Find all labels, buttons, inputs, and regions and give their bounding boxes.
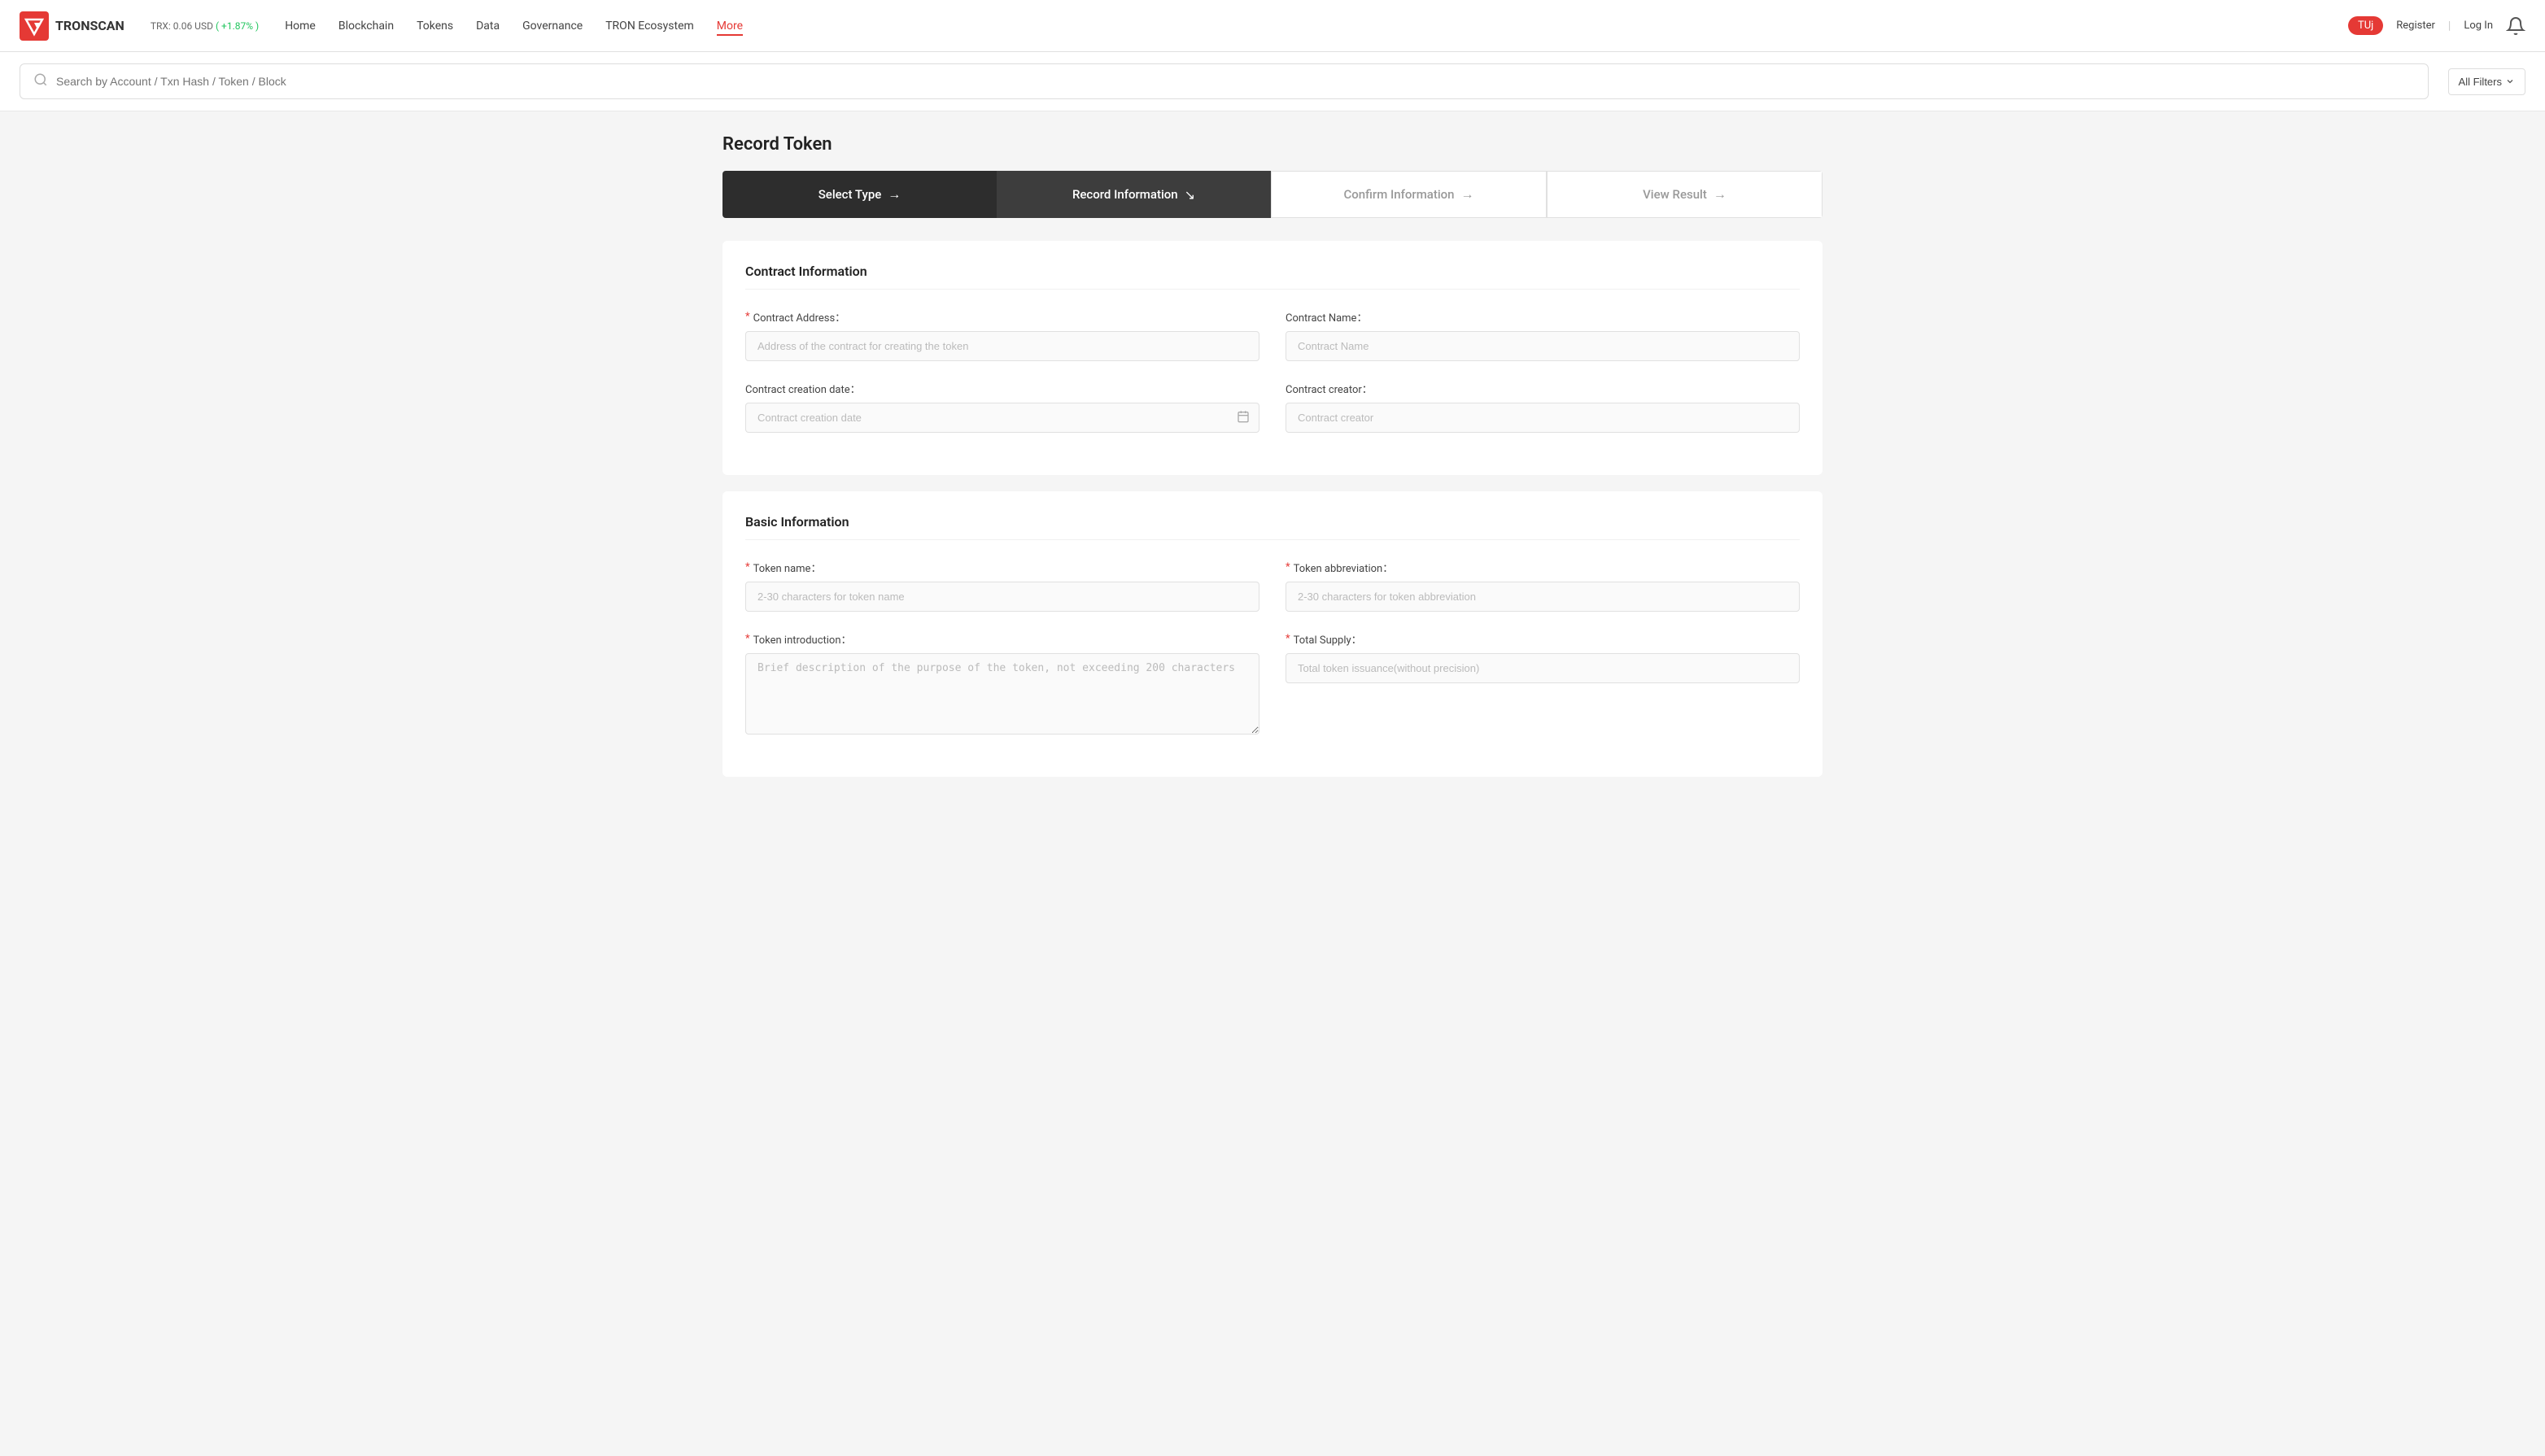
nav-more[interactable]: More — [717, 16, 743, 36]
step-record-information[interactable]: Record Information ↘ — [997, 171, 1271, 218]
stepper: Select Type → Record Information ↘ Confi… — [722, 171, 1823, 218]
user-badge[interactable]: TUj — [2348, 16, 2383, 35]
token-introduction-required: * — [745, 633, 750, 645]
search-bar-wrap: All Filters — [0, 52, 2545, 111]
contract-creation-date-wrap — [745, 403, 1259, 433]
contract-row-2: Contract creation date： — [745, 381, 1800, 433]
token-abbreviation-group: * Token abbreviation： — [1286, 560, 1800, 612]
step-view-result[interactable]: View Result → — [1547, 171, 1823, 218]
search-input[interactable] — [56, 75, 2415, 88]
main-content: Record Token Select Type → Record Inform… — [703, 111, 1842, 816]
chevron-down-icon — [2505, 76, 2515, 86]
step-3-label: Confirm Information — [1343, 187, 1454, 202]
trx-price-block: TRX: 0.06 USD ( +1.87% ) — [151, 20, 259, 32]
search-icon — [33, 72, 48, 90]
page-title: Record Token — [722, 134, 1823, 155]
contract-creation-date-group: Contract creation date： — [745, 381, 1259, 433]
token-introduction-input[interactable] — [745, 653, 1259, 735]
header: TRONSCAN TRX: 0.06 USD ( +1.87% ) Home B… — [0, 0, 2545, 52]
basic-information-section: Basic Information * Token name： * Token … — [722, 491, 1823, 777]
token-abbreviation-input[interactable] — [1286, 582, 1800, 612]
basic-row-1: * Token name： * Token abbreviation： — [745, 560, 1800, 612]
contract-address-input[interactable] — [745, 331, 1259, 361]
nav-home[interactable]: Home — [285, 16, 316, 36]
all-filters-label: All Filters — [2459, 76, 2502, 88]
logo-text: TRONSCAN — [55, 18, 124, 33]
contract-address-required: * — [745, 311, 750, 323]
header-divider: | — [2448, 20, 2451, 33]
contract-name-label: Contract Name： — [1286, 309, 1800, 325]
contract-information-section: Contract Information * Contract Address：… — [722, 241, 1823, 475]
contract-row-1: * Contract Address： Contract Name： — [745, 309, 1800, 361]
trx-price: TRX: 0.06 USD ( +1.87% ) — [151, 20, 259, 32]
step-3-arrow: → — [1461, 186, 1474, 203]
step-confirm-information[interactable]: Confirm Information → — [1271, 171, 1547, 218]
nav-tron-ecosystem[interactable]: TRON Ecosystem — [605, 16, 694, 36]
token-name-required: * — [745, 561, 750, 573]
register-link[interactable]: Register — [2396, 20, 2435, 32]
notification-icon[interactable] — [2506, 16, 2525, 36]
nav-blockchain[interactable]: Blockchain — [338, 16, 394, 36]
step-1-label: Select Type — [819, 187, 882, 202]
nav-data[interactable]: Data — [476, 16, 500, 36]
contract-creation-date-input[interactable] — [745, 403, 1259, 433]
contract-section-title: Contract Information — [745, 264, 1800, 290]
contract-name-group: Contract Name： — [1286, 309, 1800, 361]
header-right: TUj Register | Log In — [2348, 16, 2525, 36]
step-select-type[interactable]: Select Type → — [722, 171, 997, 218]
contract-address-group: * Contract Address： — [745, 309, 1259, 361]
main-nav: Home Blockchain Tokens Data Governance T… — [285, 16, 2348, 36]
logo[interactable]: TRONSCAN — [20, 11, 124, 41]
token-name-label: * Token name： — [745, 560, 1259, 575]
step-2-arrow: ↘ — [1185, 187, 1195, 203]
contract-name-input[interactable] — [1286, 331, 1800, 361]
contract-creator-label: Contract creator： — [1286, 381, 1800, 396]
all-filters-button[interactable]: All Filters — [2448, 68, 2525, 95]
search-bar — [20, 63, 2429, 99]
token-name-input[interactable] — [745, 582, 1259, 612]
login-link[interactable]: Log In — [2464, 20, 2493, 32]
basic-row-2: * Token introduction： * Total Supply： — [745, 631, 1800, 735]
logo-icon — [20, 11, 49, 41]
token-name-group: * Token name： — [745, 560, 1259, 612]
total-supply-required: * — [1286, 633, 1290, 645]
step-4-label: View Result — [1643, 187, 1707, 202]
contract-creation-date-label: Contract creation date： — [745, 381, 1259, 396]
step-1-arrow: → — [888, 186, 901, 203]
contract-creator-group: Contract creator： — [1286, 381, 1800, 433]
nav-tokens[interactable]: Tokens — [417, 16, 453, 36]
token-abbreviation-label: * Token abbreviation： — [1286, 560, 1800, 575]
total-supply-group: * Total Supply： — [1286, 631, 1800, 735]
token-introduction-label: * Token introduction： — [745, 631, 1259, 647]
token-introduction-group: * Token introduction： — [745, 631, 1259, 735]
total-supply-input[interactable] — [1286, 653, 1800, 683]
step-2-label: Record Information — [1072, 187, 1178, 202]
total-supply-label: * Total Supply： — [1286, 631, 1800, 647]
basic-section-title: Basic Information — [745, 514, 1800, 540]
step-4-arrow: → — [1713, 186, 1726, 203]
nav-governance[interactable]: Governance — [522, 16, 583, 36]
contract-creator-input[interactable] — [1286, 403, 1800, 433]
contract-address-label: * Contract Address： — [745, 309, 1259, 325]
token-abbreviation-required: * — [1286, 561, 1290, 573]
